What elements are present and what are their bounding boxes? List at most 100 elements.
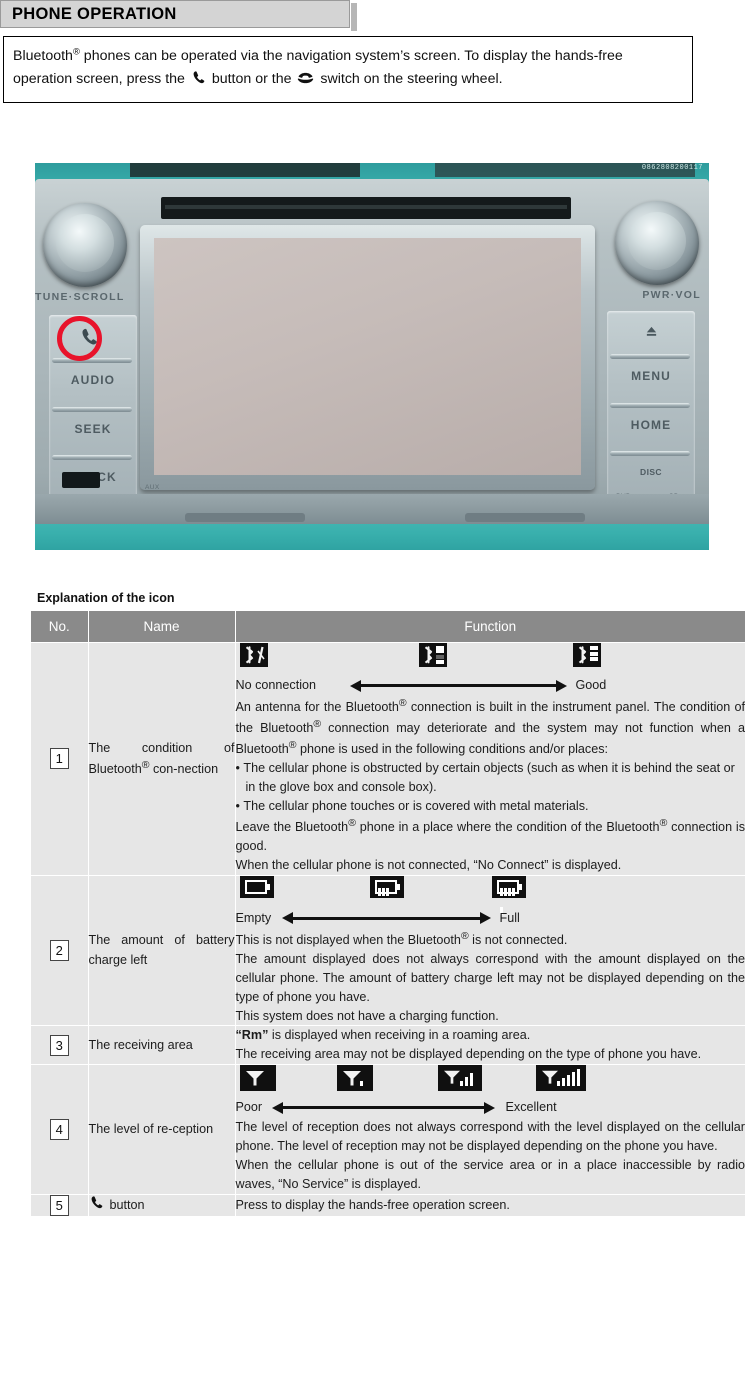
- row-name-cell: The amount of battery charge left: [88, 874, 236, 1026]
- row-function-cell: Press to display the hands-free operatio…: [235, 1193, 745, 1216]
- tune-scroll-knob[interactable]: [43, 203, 127, 287]
- audio-button[interactable]: AUDIO: [51, 363, 135, 407]
- table-row: 5 button Press to display the hands-free…: [31, 1193, 745, 1216]
- photo-serial-text: 0862808200117: [641, 164, 703, 172]
- scale-right-label: Full: [499, 910, 520, 925]
- row-name-text: The receiving area: [88, 1037, 193, 1052]
- column-header-function: Function: [235, 611, 745, 643]
- row-name-cell: The level of re-ception: [88, 1064, 236, 1195]
- row-name-text: The condition of Bluetooth® con-nection: [88, 740, 235, 776]
- faceplate: TUNE·SCROLL PWR·VOL AUDIO SEEK TRACK: [35, 179, 709, 524]
- signal-icon-strip: [236, 1065, 745, 1095]
- pwr-vol-label: PWR·VOL: [642, 289, 701, 301]
- table-row: 3 The receiving area “Rm” is displayed w…: [31, 1025, 745, 1065]
- intro-part3: button or the: [207, 71, 296, 88]
- table-row: 1 The condition of Bluetooth® con-nectio…: [31, 642, 745, 876]
- bluetooth-good-icon: [572, 643, 601, 673]
- menu-button-label: MENU: [631, 369, 671, 383]
- audio-button-label: AUDIO: [70, 373, 116, 387]
- signal-level-0-icon: [239, 1065, 276, 1097]
- row-paragraph: Leave the Bluetooth® phone in a place wh…: [235, 816, 745, 853]
- icon-explanation-table: No. Name Function 1 The condition of Blu…: [31, 611, 745, 1216]
- row-bullet: • The cellular phone touches or is cover…: [235, 799, 589, 814]
- row-number-badge: 4: [49, 1118, 69, 1140]
- faceplate-notch: [185, 513, 305, 522]
- seek-button[interactable]: SEEK: [51, 412, 135, 456]
- table-header-row: No. Name Function: [31, 611, 745, 643]
- arrow-head-right: [555, 679, 567, 692]
- home-button-label: HOME: [630, 418, 672, 432]
- right-button-column: MENU HOME DISC: [607, 311, 695, 499]
- page-title: PHONE OPERATION: [12, 4, 177, 23]
- intro-part4: switch on the steering wheel.: [316, 71, 503, 88]
- intro-paragraph: Bluetooth® phones can be operated via th…: [13, 45, 683, 93]
- arrow-head-right: [479, 912, 491, 925]
- menu-button[interactable]: MENU: [609, 359, 693, 403]
- table-caption: Explanation of the icon: [37, 591, 175, 605]
- row-function-cell: No connection Good An antenna for the Bl…: [235, 642, 745, 876]
- arrow-line: [291, 916, 482, 920]
- row-number-cell: 4: [31, 1064, 89, 1195]
- head-unit-photo: 0862808200117 TUNE·SCROLL PWR·VOL AUDIO: [35, 163, 709, 550]
- row-number-cell: 2: [31, 874, 89, 1026]
- intro-part1: Bluetooth: [13, 48, 73, 64]
- intro-box: Bluetooth® phones can be operated via th…: [3, 36, 693, 104]
- bluetooth-medium-icon: [418, 643, 447, 673]
- knob-inner: [56, 214, 114, 272]
- scale-right-label: Excellent: [505, 1100, 557, 1115]
- bluetooth-scale-row: No connection Good: [236, 676, 745, 695]
- row-name-text: The level of re-ception: [88, 1121, 214, 1136]
- heading-bar-shadow: [351, 3, 357, 31]
- row-function-cell: Empty Full This is not displayed when th…: [235, 874, 745, 1026]
- row-number-badge: 1: [49, 748, 69, 770]
- row-bullet: • The cellular phone is obstructed by ce…: [235, 761, 735, 795]
- column-header-name: Name: [88, 611, 236, 643]
- row-paragraph: The level of reception does not always c…: [235, 1120, 745, 1154]
- seek-button-label: SEEK: [74, 422, 112, 436]
- signal-level-5-icon: [535, 1065, 586, 1097]
- pwr-vol-knob[interactable]: [615, 201, 699, 285]
- row-number-badge: 3: [49, 1034, 69, 1056]
- home-button[interactable]: HOME: [609, 408, 693, 452]
- tune-scroll-label: TUNE·SCROLL: [35, 291, 125, 303]
- aux-port: [62, 472, 100, 488]
- navigation-screen[interactable]: [154, 238, 581, 475]
- battery-empty-icon: [239, 875, 274, 904]
- battery-half-icon: [369, 875, 404, 904]
- disc-slot: [161, 197, 571, 219]
- eject-button[interactable]: [609, 311, 693, 355]
- scale-left-label: Poor: [235, 1100, 263, 1115]
- navigation-screen-bezel: [140, 225, 595, 490]
- row-name-cell: The receiving area: [88, 1025, 236, 1065]
- bluetooth-icon-strip: [236, 643, 745, 673]
- phone-handset-icon: [89, 1195, 104, 1216]
- faceplate-bottom: [35, 494, 709, 524]
- table-row: 4 The level of re-ception Poor Excellent…: [31, 1064, 745, 1195]
- row-paragraph: When the cellular phone is out of the se…: [235, 1157, 745, 1191]
- phone-handset-icon: [191, 70, 206, 93]
- row-name-text: The amount of battery charge left: [88, 933, 235, 967]
- heading-bar: PHONE OPERATION: [0, 0, 350, 28]
- row-number-badge: 2: [49, 940, 69, 962]
- aux-label: AUX: [145, 484, 160, 491]
- row-paragraph: The receiving area may not be displayed …: [235, 1047, 702, 1062]
- row-paragraph: The amount displayed does not always cor…: [235, 951, 745, 1004]
- row-paragraph: This is not displayed when the Bluetooth…: [235, 929, 568, 947]
- signal-level-3-icon: [437, 1065, 482, 1097]
- faceplate-notch: [465, 513, 585, 522]
- row-number-cell: 3: [31, 1025, 89, 1065]
- arrow-head-right: [483, 1101, 495, 1114]
- row-function-cell: “Rm” is displayed when receiving in a ro…: [235, 1025, 745, 1065]
- row-paragraph: This system does not have a charging fun…: [235, 1008, 499, 1023]
- row-paragraph: An antenna for the Bluetooth® connection…: [235, 697, 745, 757]
- page-heading: PHONE OPERATION: [0, 0, 358, 31]
- disc-button-label: DISC: [640, 467, 662, 477]
- table-row: 2 The amount of battery charge left Empt…: [31, 874, 745, 1026]
- scale-left-label: No connection: [235, 678, 317, 692]
- row-paragraph: Press to display the hands-free operatio…: [235, 1197, 510, 1212]
- column-header-no: No.: [31, 611, 89, 643]
- photo-dark-strip: [130, 163, 360, 177]
- row-name-cell: The condition of Bluetooth® con-nection: [88, 642, 236, 876]
- red-circle-highlight: [57, 316, 102, 361]
- row-paragraph: When the cellular phone is not connected…: [235, 857, 622, 872]
